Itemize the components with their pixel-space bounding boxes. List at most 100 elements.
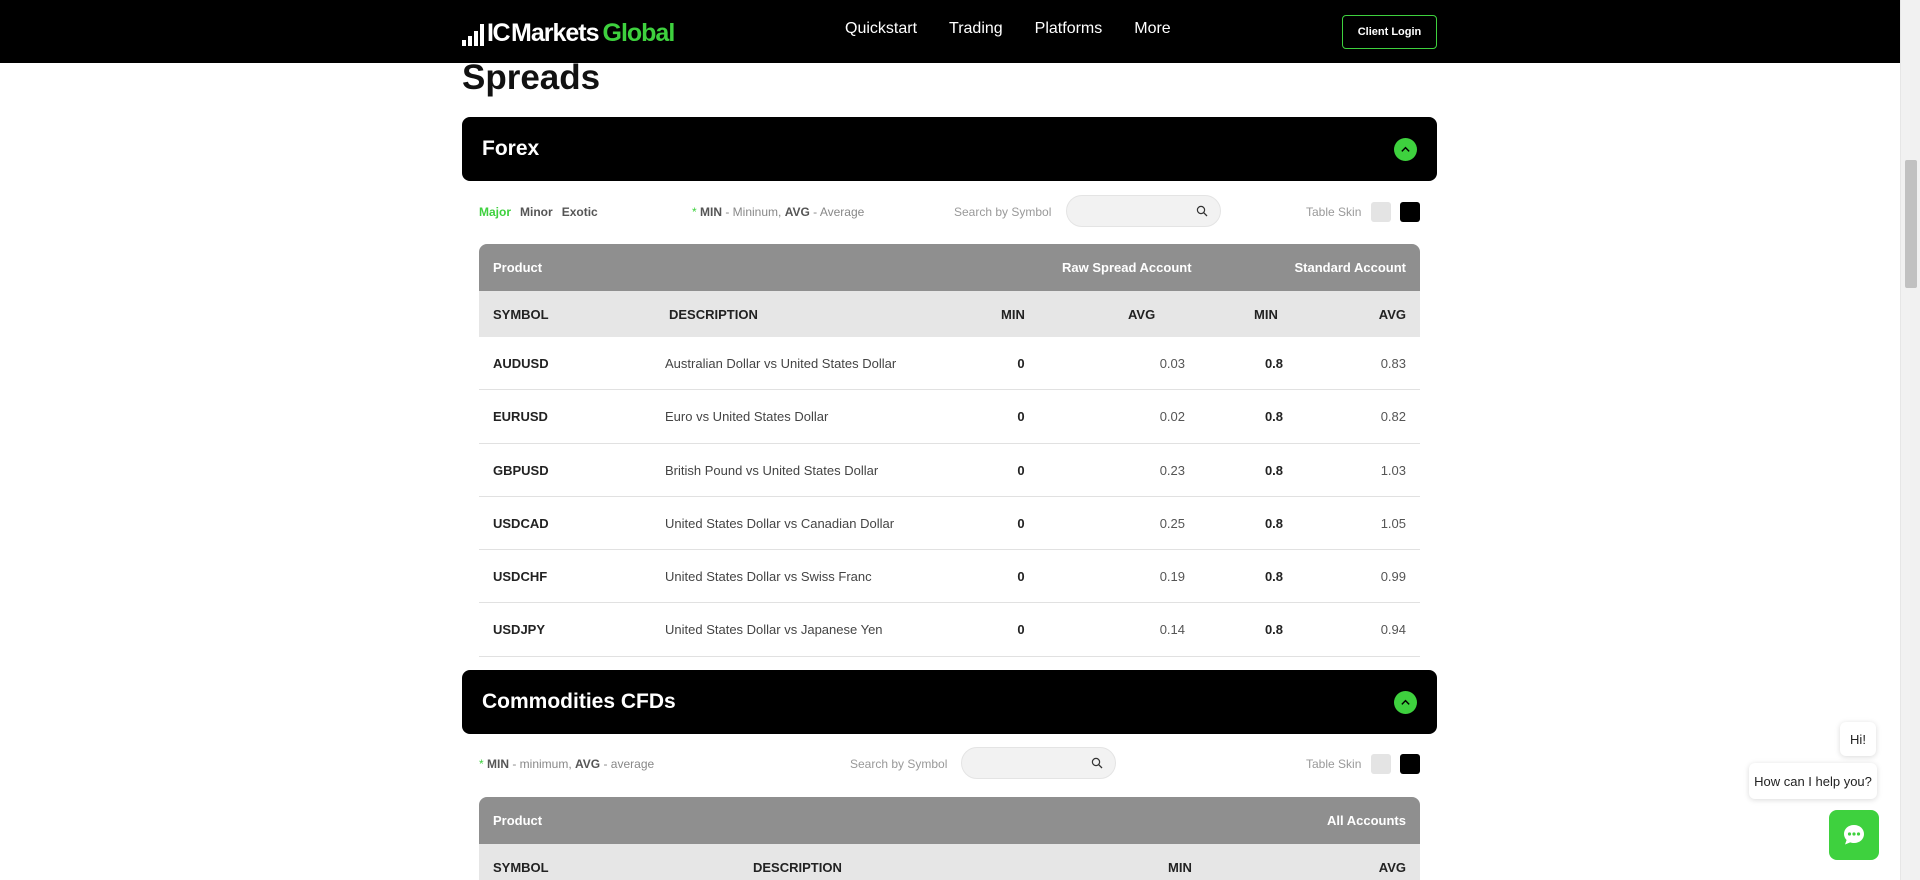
raw-min-cell: 0 [1017, 462, 1025, 478]
all-accounts-group-header: All Accounts [1327, 813, 1406, 828]
commodities-col-min: MIN [1168, 860, 1192, 875]
forex-skin-dark-swatch[interactable] [1400, 202, 1420, 222]
std-avg-cell: 0.83 [1380, 356, 1406, 371]
forex-search-input[interactable] [1066, 195, 1221, 227]
commodities-col-avg: AVG [1378, 860, 1406, 875]
std-min-cell: 0.8 [1264, 409, 1284, 425]
main-nav: Quickstart Trading Platforms More [845, 20, 1171, 38]
nav-trading[interactable]: Trading [949, 20, 1003, 38]
tab-minor[interactable]: Minor [520, 205, 553, 219]
table-row: USDJPY United States Dollar vs Japanese Y… [479, 603, 1420, 657]
chevron-up-icon [1401, 146, 1410, 152]
forex-column-header-row: SYMBOL DESCRIPTION MIN AVG MIN AVG [479, 291, 1420, 337]
commodities-search-input[interactable] [961, 747, 1116, 779]
commodities-section-header[interactable]: Commodities CFDs [462, 670, 1437, 734]
forex-collapse-toggle[interactable] [1394, 138, 1417, 161]
commodities-column-header-row: SYMBOL DESCRIPTION MIN AVG [479, 844, 1420, 880]
scrollbar-thumb[interactable] [1905, 160, 1917, 288]
raw-min-cell: 0 [1017, 569, 1025, 585]
top-nav-bar: IC Markets Global Quickstart Trading Pla… [0, 0, 1900, 63]
description-cell: British Pound vs United States Dollar [665, 462, 879, 478]
chat-launcher-button[interactable] [1829, 810, 1879, 860]
symbol-cell: USDCAD [493, 515, 549, 531]
description-cell: United States Dollar vs Canadian Dollar [665, 515, 895, 531]
forex-skin-light-swatch[interactable] [1371, 202, 1391, 222]
commodities-search-label: Search by Symbol [850, 757, 948, 771]
forex-section-header[interactable]: Forex [462, 117, 1437, 181]
commodities-col-description: DESCRIPTION [753, 860, 842, 875]
forex-filter-tabs: Major Minor Exotic [479, 205, 598, 219]
std-min-cell: 0.8 [1264, 356, 1284, 371]
raw-spread-group-header: Raw Spread Account [1062, 260, 1192, 275]
nav-platforms[interactable]: Platforms [1035, 20, 1103, 38]
chat-greeting-bubble[interactable]: Hi! [1840, 722, 1876, 756]
col-description: DESCRIPTION [669, 307, 758, 322]
forex-group-header-row: Product Raw Spread Account Standard Acco… [479, 244, 1420, 291]
forex-controls: Major Minor Exotic * MIN - Mininum, AVG … [479, 195, 1420, 229]
col-raw-min: MIN [1001, 307, 1025, 322]
col-std-min: MIN [1254, 307, 1278, 322]
std-min-cell: 0.8 [1264, 462, 1284, 478]
chat-icon [1844, 825, 1864, 845]
page-title: Spreads [462, 58, 601, 97]
col-raw-avg: AVG [1128, 307, 1156, 322]
nav-quickstart[interactable]: Quickstart [845, 20, 917, 38]
commodities-col-symbol: SYMBOL [493, 860, 549, 875]
raw-avg-cell: 0.25 [1159, 515, 1185, 531]
standard-group-header: Standard Account [1294, 260, 1406, 275]
std-min-cell: 0.8 [1264, 569, 1284, 585]
logo-ic-text: IC [487, 19, 511, 47]
std-avg-cell: 0.94 [1380, 622, 1406, 638]
commodities-product-group-header: Product [493, 813, 543, 828]
search-icon [1196, 205, 1208, 217]
forex-table-skin-label: Table Skin [1306, 205, 1362, 219]
table-row: USDCAD United States Dollar vs Canadian D… [479, 497, 1420, 551]
commodities-table-skin-label: Table Skin [1306, 757, 1362, 771]
col-symbol: SYMBOL [493, 307, 549, 322]
raw-avg-cell: 0.03 [1159, 356, 1185, 371]
forex-table-body: AUDUSD Australian Dollar vs United States… [479, 337, 1420, 657]
table-row: GBPUSD British Pound vs United States Dol… [479, 444, 1420, 497]
commodities-skin-light-swatch[interactable] [1371, 754, 1391, 774]
forex-legend: * MIN - Mininum, AVG - Average [692, 205, 865, 219]
std-avg-cell: 0.82 [1380, 409, 1406, 425]
commodities-spreads-table: Product All Accounts SYMBOL DESCRIPTION … [479, 797, 1420, 880]
std-min-cell: 0.8 [1264, 622, 1284, 638]
description-cell: Euro vs United States Dollar [665, 409, 829, 425]
forex-section-title: Forex [482, 137, 540, 160]
nav-more[interactable]: More [1134, 20, 1170, 38]
ic-markets-logo[interactable]: IC Markets Global [462, 18, 676, 47]
chevron-up-icon [1401, 699, 1410, 705]
client-login-button[interactable]: Client Login [1342, 15, 1437, 49]
commodities-section-title: Commodities CFDs [482, 690, 676, 713]
forex-search-label: Search by Symbol [954, 205, 1052, 219]
table-row: USDCHF United States Dollar vs Swiss Fran… [479, 550, 1420, 604]
symbol-cell: EURUSD [493, 409, 548, 425]
tab-exotic[interactable]: Exotic [562, 205, 598, 219]
col-std-avg: AVG [1378, 307, 1406, 322]
commodities-collapse-toggle[interactable] [1394, 691, 1417, 714]
commodities-skin-dark-swatch[interactable] [1400, 754, 1420, 774]
page-scrollbar[interactable] [1900, 0, 1920, 880]
chat-prompt-bubble[interactable]: How can I help you? [1749, 763, 1877, 799]
raw-min-cell: 0 [1017, 356, 1025, 371]
raw-avg-cell: 0.23 [1159, 462, 1185, 478]
logo-markets-text: Markets [511, 19, 599, 47]
product-group-header: Product [493, 260, 543, 275]
symbol-cell: AUDUSD [493, 356, 549, 371]
std-avg-cell: 1.03 [1380, 462, 1406, 478]
description-cell: United States Dollar vs Japanese Yen [665, 622, 883, 638]
raw-min-cell: 0 [1017, 515, 1025, 531]
commodities-legend: * MIN - minimum, AVG - average [479, 757, 655, 771]
raw-avg-cell: 0.19 [1159, 569, 1185, 585]
logo-global-text: Global [602, 19, 676, 47]
symbol-cell: USDCHF [493, 569, 548, 585]
raw-avg-cell: 0.14 [1159, 622, 1185, 638]
logo-bars-icon [462, 24, 484, 46]
symbol-cell: GBPUSD [493, 462, 549, 478]
std-avg-cell: 0.99 [1380, 569, 1406, 585]
tab-major[interactable]: Major [479, 205, 511, 219]
table-row: EURUSD Euro vs United States Dollar 0 0.02 0… [479, 390, 1420, 444]
search-icon [1091, 757, 1103, 769]
symbol-cell: USDJPY [493, 622, 546, 638]
